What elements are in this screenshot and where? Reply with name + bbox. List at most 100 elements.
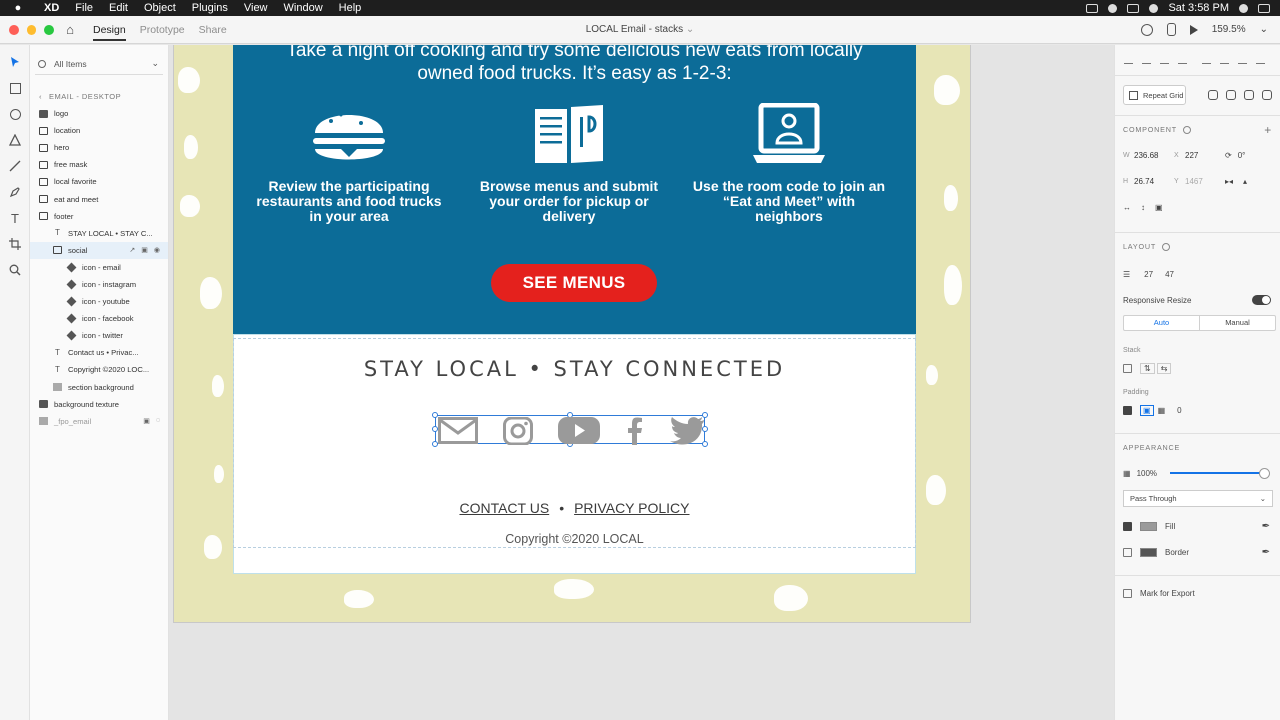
zoom-dropdown-icon[interactable]: ⌄: [1260, 24, 1268, 35]
tab-design[interactable]: Design: [86, 16, 133, 44]
social-group-selection[interactable]: [432, 412, 708, 447]
mobile-preview-icon[interactable]: [1166, 23, 1176, 36]
artboard-tool[interactable]: [0, 231, 30, 257]
zoom-window-button[interactable]: [44, 24, 55, 35]
layer-item[interactable]: local favorite: [30, 173, 168, 190]
close-window-button[interactable]: [9, 24, 19, 35]
pen-tool[interactable]: [0, 179, 30, 205]
rotation-field[interactable]: 0°: [1238, 151, 1246, 160]
info-icon[interactable]: [1162, 242, 1171, 251]
layer-item[interactable]: icon - twitter: [30, 327, 168, 344]
zoom-level[interactable]: 159.5%: [1212, 24, 1246, 35]
manual-option[interactable]: Manual: [1199, 316, 1275, 330]
boolean-exclude-icon[interactable]: [1262, 90, 1272, 100]
add-component-icon[interactable]: +: [1264, 123, 1272, 137]
layer-item[interactable]: icon - facebook: [30, 310, 168, 327]
facebook-icon[interactable]: [624, 416, 646, 445]
layer-item[interactable]: icon - youtube: [30, 293, 168, 310]
spotlight-search-icon[interactable]: [1239, 3, 1248, 13]
ellipse-tool[interactable]: [0, 101, 30, 127]
stack-vertical-icon[interactable]: ⇅: [1140, 362, 1155, 374]
layer-item[interactable]: T STAY LOCAL • STAY C...: [30, 225, 168, 242]
layer-item[interactable]: T Contact us • Privac...: [30, 344, 168, 361]
border-checkbox[interactable]: [1123, 547, 1132, 557]
youtube-icon[interactable]: [557, 416, 601, 445]
padding-checkbox[interactable]: [1123, 405, 1132, 415]
align-top-icon[interactable]: [1124, 55, 1133, 64]
layer-item[interactable]: social ↗ ▣ ◉: [30, 241, 168, 259]
email-icon[interactable]: [438, 416, 478, 445]
footer-section[interactable]: STAY LOCAL • STAY CONNECTED CONTACT US •…: [233, 334, 916, 574]
twitter-icon[interactable]: [668, 416, 706, 445]
opacity-field[interactable]: 100%: [1137, 469, 1157, 478]
lock-icon[interactable]: ▣: [141, 246, 148, 254]
menu-view[interactable]: View: [236, 0, 276, 16]
zoom-tool[interactable]: [0, 257, 30, 283]
hidden-icon[interactable]: ◌: [156, 417, 160, 425]
layer-item[interactable]: footer: [30, 208, 168, 225]
boolean-add-icon[interactable]: [1208, 90, 1218, 100]
privacy-policy-link[interactable]: PRIVACY POLICY: [574, 500, 689, 516]
padding-field[interactable]: 0: [1177, 406, 1181, 415]
fit-height-icon[interactable]: ↕: [1141, 203, 1145, 212]
contact-us-link[interactable]: CONTACT US: [459, 500, 549, 516]
layer-item[interactable]: background texture: [30, 396, 168, 413]
align-left-icon[interactable]: [1202, 55, 1211, 64]
lock-icon[interactable]: ▣: [143, 417, 150, 425]
layer-item[interactable]: eat and meet: [30, 190, 168, 207]
align-center-icon[interactable]: [1220, 55, 1229, 64]
user-icon[interactable]: [1140, 23, 1153, 36]
distribute-vertical-icon[interactable]: [1178, 55, 1187, 64]
menu-app-xd[interactable]: XD: [36, 0, 67, 16]
polygon-tool[interactable]: [0, 127, 30, 153]
document-title-text[interactable]: LOCAL Email - stacks: [586, 24, 683, 35]
cloud-icon[interactable]: [1108, 3, 1118, 13]
footer-heading[interactable]: STAY LOCAL • STAY CONNECTED: [234, 357, 915, 381]
layout-value-b[interactable]: 47: [1165, 270, 1174, 279]
layer-item[interactable]: icon - instagram: [30, 276, 168, 293]
menu-plugins[interactable]: Plugins: [184, 0, 236, 16]
stack-horizontal-icon[interactable]: ⇆: [1156, 362, 1172, 374]
blend-mode-select[interactable]: Pass Through ⌄: [1123, 490, 1273, 507]
layout-value-a[interactable]: 27: [1144, 270, 1153, 279]
copyright-text[interactable]: Copyright ©2020 LOCAL: [234, 532, 915, 546]
menu-file[interactable]: File: [67, 0, 101, 16]
select-tool[interactable]: [0, 49, 30, 75]
see-menus-button[interactable]: SEE MENUS: [491, 264, 657, 302]
rectangle-tool[interactable]: [0, 75, 30, 101]
layer-item[interactable]: free mask: [30, 156, 168, 173]
repeat-grid-button[interactable]: Repeat Grid: [1123, 85, 1186, 105]
battery-icon[interactable]: [1127, 3, 1140, 13]
visibility-icon[interactable]: ◉: [154, 246, 160, 254]
play-preview-icon[interactable]: [1189, 24, 1198, 35]
fill-swatch[interactable]: [1140, 521, 1157, 531]
boolean-intersect-icon[interactable]: [1244, 90, 1254, 100]
fill-checkbox[interactable]: [1123, 521, 1132, 531]
line-tool[interactable]: [0, 153, 30, 179]
responsive-resize-toggle[interactable]: [1252, 295, 1271, 305]
flip-horizontal-icon[interactable]: ▸◂: [1225, 177, 1233, 186]
layers-filter[interactable]: All Items ⌄: [35, 53, 163, 75]
distribute-horizontal-icon[interactable]: [1256, 55, 1265, 64]
align-middle-icon[interactable]: [1142, 55, 1151, 64]
layer-item[interactable]: hero: [30, 139, 168, 156]
artboard-email-desktop[interactable]: Take a night off cooking and try some de…: [173, 45, 971, 623]
mark-export-checkbox[interactable]: [1123, 588, 1132, 598]
canvas[interactable]: Take a night off cooking and try some de…: [169, 45, 1114, 720]
tab-prototype[interactable]: Prototype: [133, 16, 192, 44]
menu-edit[interactable]: Edit: [101, 0, 136, 16]
eat-and-meet-section[interactable]: Take a night off cooking and try some de…: [233, 45, 916, 334]
menu-window[interactable]: Window: [276, 0, 331, 16]
border-swatch[interactable]: [1140, 547, 1157, 557]
layout-grid-icon[interactable]: ☰: [1123, 270, 1130, 279]
tab-share[interactable]: Share: [192, 16, 234, 44]
layer-item[interactable]: icon - email: [30, 259, 168, 276]
apple-menu-icon[interactable]: ●: [0, 2, 36, 14]
menu-help[interactable]: Help: [331, 0, 370, 16]
menu-object[interactable]: Object: [136, 0, 184, 16]
eyedropper-icon[interactable]: ✒: [1262, 521, 1270, 532]
height-field[interactable]: 26.74: [1134, 177, 1174, 186]
flip-vertical-icon[interactable]: ▴: [1243, 177, 1247, 186]
home-icon[interactable]: ⌂: [58, 20, 82, 40]
x-field[interactable]: 227: [1185, 151, 1225, 160]
